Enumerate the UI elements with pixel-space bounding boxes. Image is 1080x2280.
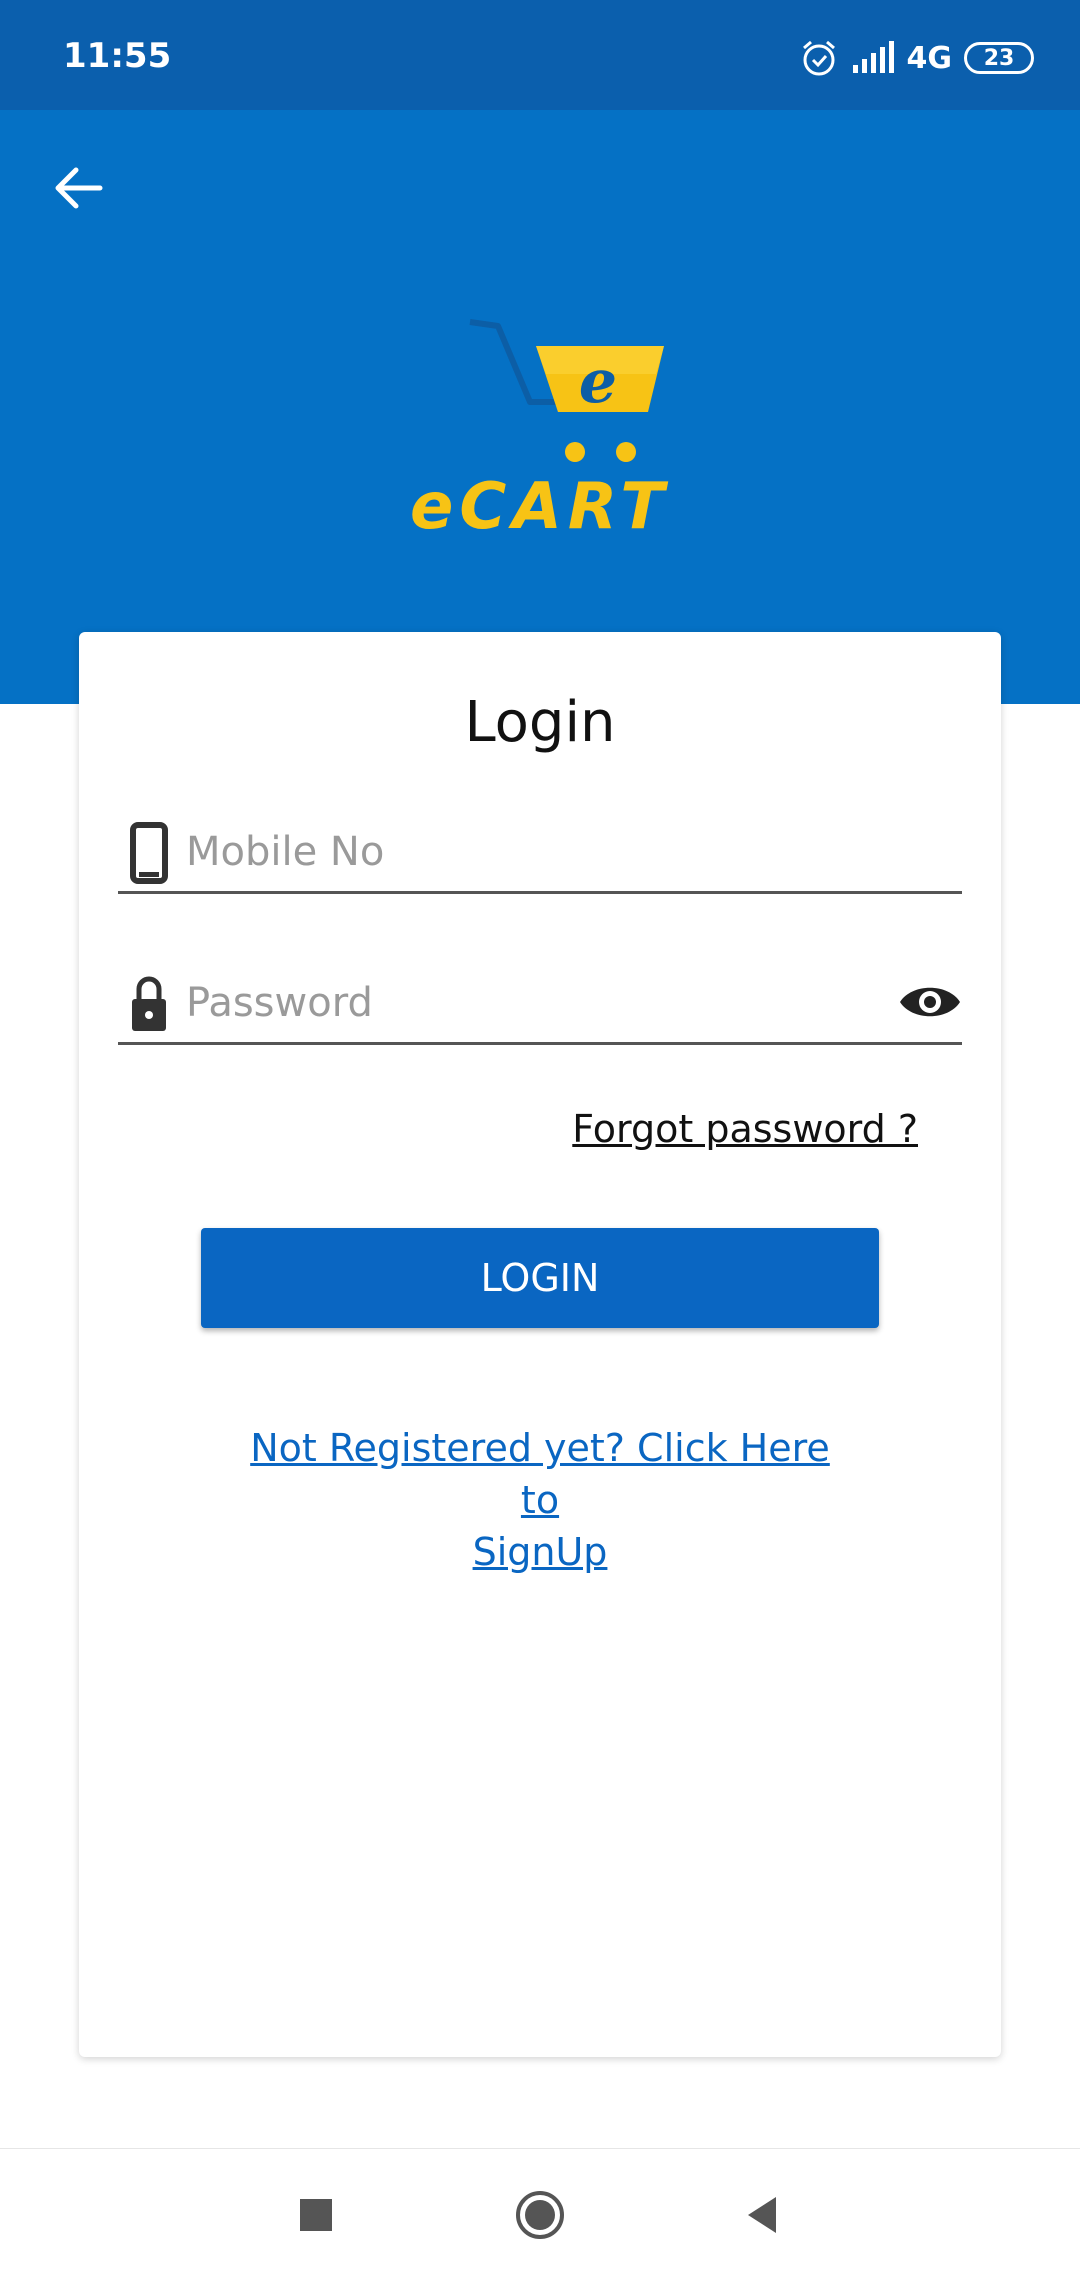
battery-level: 23: [983, 45, 1015, 71]
signup-link-line2[interactable]: SignUp: [473, 1530, 608, 1574]
status-bar: 11:55 4G 23: [0, 0, 1080, 110]
signup-link[interactable]: Not Registered yet? Click Here to SignUp: [229, 1422, 851, 1578]
logo-emblem-letter: e: [579, 347, 617, 417]
signal-icon: [852, 41, 894, 73]
recents-square-icon[interactable]: [288, 2187, 344, 2243]
back-arrow-icon[interactable]: [50, 160, 106, 216]
visibility-eye-icon[interactable]: [898, 977, 962, 1027]
status-time: 11:55: [63, 36, 172, 76]
login-button[interactable]: LOGIN: [201, 1228, 879, 1328]
phone-icon: [130, 822, 168, 884]
header: e eCART: [0, 110, 1080, 704]
lock-icon: [132, 976, 166, 1031]
alarm-icon: [802, 40, 835, 76]
back-triangle-icon[interactable]: [736, 2187, 792, 2243]
status-icons: 4G 23: [799, 36, 1034, 80]
navigation-bar: [0, 2148, 1080, 2280]
logo-wordmark: eCART: [410, 470, 670, 544]
password-field: [118, 965, 962, 1045]
password-input[interactable]: [184, 975, 844, 1031]
battery-icon: 23: [964, 42, 1034, 74]
login-title: Login: [464, 690, 616, 755]
ecart-logo: e eCART: [410, 319, 670, 544]
login-card: Login Forgot password ? LOGIN Not Regist…: [79, 632, 1001, 2057]
mobile-input[interactable]: [184, 824, 844, 880]
home-circle-icon[interactable]: [512, 2187, 568, 2243]
network-type: 4G: [906, 40, 953, 76]
signup-link-line1[interactable]: Not Registered yet? Click Here to: [250, 1426, 830, 1522]
mobile-field: [118, 814, 962, 894]
forgot-password-link[interactable]: Forgot password ?: [572, 1107, 918, 1151]
